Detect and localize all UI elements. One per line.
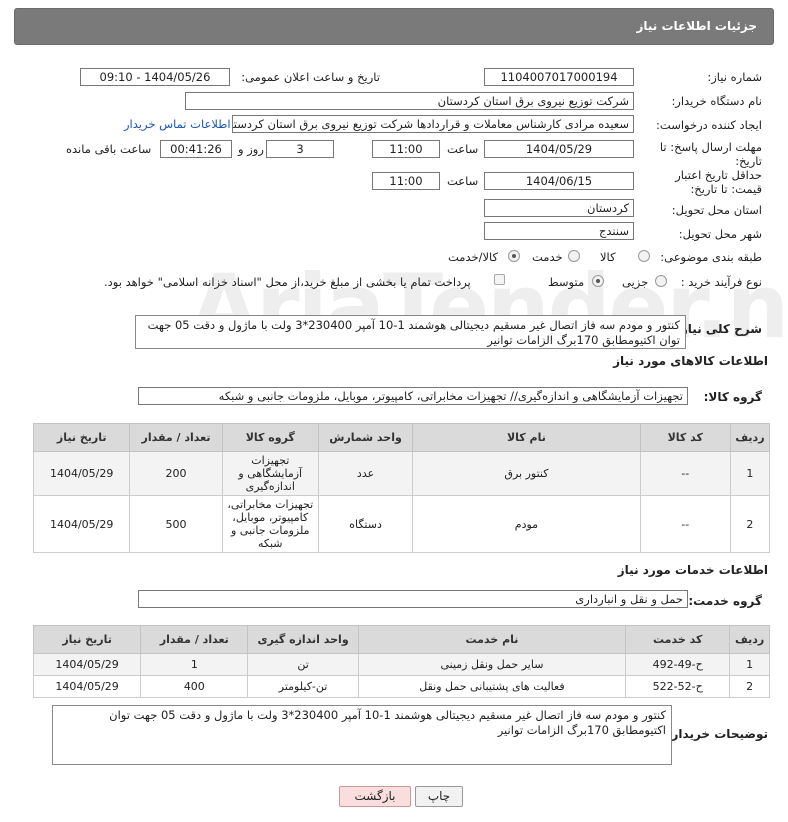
goods-col-qty: تعداد / مقدار bbox=[129, 423, 223, 452]
goods-cell: عدد bbox=[317, 451, 414, 496]
goods-cell: دستگاه bbox=[317, 495, 414, 553]
deadline-time-field: 11:00 bbox=[372, 140, 440, 158]
goods-section-title: اطلاعات کالاهای مورد نیاز bbox=[613, 354, 768, 368]
services-col-unit: واحد اندازه گیری bbox=[247, 625, 359, 654]
services-cell: فعالیت های پشتیبانی حمل ونقل bbox=[357, 675, 627, 698]
category-label: طبقه بندی موضوعی: bbox=[660, 250, 762, 264]
goods-cell: 500 bbox=[129, 495, 223, 553]
back-button[interactable]: بازگشت bbox=[339, 786, 411, 807]
goods-group-label: گروه کالا: bbox=[703, 390, 762, 404]
services-cell: تن bbox=[247, 653, 359, 676]
services-group-field: حمل و نقل و انبارداری bbox=[138, 590, 688, 608]
payment-note: پرداخت تمام یا بخشی از مبلغ خرید،از محل … bbox=[104, 275, 471, 289]
days-field: 3 bbox=[266, 140, 334, 158]
services-col-qty: تعداد / مقدار bbox=[140, 625, 249, 654]
services-col-code: کد خدمت bbox=[625, 625, 731, 654]
page-title: جزئیات اطلاعات نیاز bbox=[636, 19, 757, 33]
category-service-text: خدمت bbox=[532, 250, 563, 264]
services-cell: تن-کیلومتر bbox=[247, 675, 359, 698]
category-radio-goods[interactable] bbox=[638, 250, 650, 262]
validity-time-field: 11:00 bbox=[372, 172, 440, 190]
table-row: 1 ح-49-492 سایر حمل ونقل زمینی تن 1 1404… bbox=[32, 653, 770, 676]
goods-cell: -- bbox=[639, 451, 731, 496]
goods-col-row: ردیف bbox=[729, 423, 771, 452]
services-cell: ح-52-522 bbox=[625, 675, 731, 698]
process-label: نوع فرآیند خرید : bbox=[680, 275, 762, 289]
goods-cell: 1 bbox=[729, 451, 771, 496]
services-col-name: نام خدمت bbox=[357, 625, 627, 654]
services-cell: 400 bbox=[140, 675, 249, 698]
services-section-title: اطلاعات خدمات مورد نیاز bbox=[617, 563, 768, 577]
services-cell: 1404/05/29 bbox=[32, 675, 142, 698]
category-radio-service[interactable] bbox=[568, 250, 580, 262]
goods-cell: کنتور برق bbox=[412, 451, 641, 496]
process-radio-medium[interactable] bbox=[592, 275, 604, 287]
requester-field: سعیده مرادی کارشناس معاملات و قراردادها … bbox=[232, 115, 634, 133]
deadline-date-field: 1404/05/29 bbox=[484, 140, 634, 158]
goods-table: ردیف کد کالا نام کالا واحد شمارش گروه کا… bbox=[32, 423, 771, 553]
services-cell: ح-49-492 bbox=[625, 653, 731, 676]
announce-field: 1404/05/26 - 09:10 bbox=[80, 68, 230, 86]
print-button[interactable]: چاپ bbox=[415, 786, 463, 807]
remaining-label: ساعت باقی مانده bbox=[66, 142, 152, 156]
table-row: 2 ح-52-522 فعالیت های پشتیبانی حمل ونقل … bbox=[32, 675, 770, 698]
city-label: شهر محل تحویل: bbox=[678, 227, 762, 241]
goods-cell: -- bbox=[639, 495, 731, 553]
category-goods-service-text: کالا/خدمت bbox=[448, 250, 499, 264]
validity-date-field: 1404/06/15 bbox=[484, 172, 634, 190]
process-minor-text: جزیی bbox=[622, 275, 649, 289]
buyer-org-field: شرکت توزیع نیروی برق استان کردستان bbox=[185, 92, 634, 110]
goods-col-date: تاریخ نیاز bbox=[32, 423, 131, 452]
summary-textarea: کنتور و مودم سه فاز اتصال غیر مسقیم دیجی… bbox=[135, 315, 686, 349]
need-number-field: 1104007017000194 bbox=[484, 68, 634, 86]
goods-cell: 1404/05/29 bbox=[32, 451, 131, 496]
days-label: روز و bbox=[238, 142, 264, 156]
goods-col-unit: واحد شمارش bbox=[317, 423, 414, 452]
services-table: ردیف کد خدمت نام خدمت واحد اندازه گیری ت… bbox=[32, 625, 770, 698]
treasury-checkbox[interactable] bbox=[494, 274, 505, 285]
goods-cell: مودم bbox=[412, 495, 641, 553]
goods-cell: 200 bbox=[129, 451, 223, 496]
process-medium-text: متوسط bbox=[548, 275, 585, 289]
services-col-date: تاریخ نیاز bbox=[32, 625, 142, 654]
goods-col-group: گروه کالا bbox=[221, 423, 319, 452]
goods-cell: تجهیزات مخابراتی، کامپیوتر، موبایل، ملزو… bbox=[221, 495, 319, 553]
buyer-notes-textarea: کنتور و مودم سه فاز اتصال غیر مسقیم دیجی… bbox=[52, 705, 672, 765]
deadline-time-label: ساعت bbox=[447, 142, 479, 156]
services-col-row: ردیف bbox=[729, 625, 770, 654]
announce-label: تاریخ و ساعت اعلان عمومی: bbox=[241, 70, 380, 84]
goods-col-name: نام کالا bbox=[412, 423, 641, 452]
goods-group-field: تجهیزات آزمایشگاهی و اندازه‌گیری// تجهیز… bbox=[138, 387, 688, 405]
buyer-org-label: نام دستگاه خریدار: bbox=[671, 94, 762, 108]
services-cell: 1 bbox=[729, 653, 770, 676]
services-group-label: گروه خدمت: bbox=[688, 594, 762, 608]
summary-label: شرح کلی نیاز: bbox=[676, 322, 762, 336]
category-radio-goods-service[interactable] bbox=[508, 250, 520, 262]
validity-label: حداقل تاریخ اعتبار قیمت: تا تاریخ: bbox=[675, 168, 762, 196]
province-label: استان محل تحویل: bbox=[671, 203, 762, 217]
city-field: سنندج bbox=[484, 222, 634, 240]
table-row: 2 -- مودم دستگاه تجهیزات مخابراتی، کامپی… bbox=[32, 495, 771, 553]
services-cell: سایر حمل ونقل زمینی bbox=[357, 653, 627, 676]
goods-col-code: کد کالا bbox=[639, 423, 731, 452]
requester-label: ایجاد کننده درخواست: bbox=[656, 118, 762, 132]
process-radio-minor[interactable] bbox=[655, 275, 667, 287]
services-cell: 2 bbox=[729, 675, 770, 698]
remaining-time-field: 00:41:26 bbox=[160, 140, 232, 158]
goods-cell: 2 bbox=[729, 495, 771, 553]
buyer-notes-label: توضیحات خریدار: bbox=[666, 727, 768, 741]
page-header: جزئیات اطلاعات نیاز bbox=[14, 8, 774, 45]
services-cell: 1 bbox=[140, 653, 249, 676]
buyer-contact-link[interactable]: اطلاعات تماس خریدار bbox=[124, 117, 231, 131]
need-number-label: شماره نیاز: bbox=[707, 70, 762, 84]
goods-cell: 1404/05/29 bbox=[32, 495, 131, 553]
deadline-label: مهلت ارسال پاسخ: تا تاریخ: bbox=[659, 140, 762, 168]
province-field: کردستان bbox=[484, 199, 634, 217]
category-goods-text: کالا bbox=[600, 250, 616, 264]
validity-time-label: ساعت bbox=[447, 174, 479, 188]
services-cell: 1404/05/29 bbox=[32, 653, 142, 676]
table-row: 1 -- کنتور برق عدد تجهیزات آزمایشگاهی و … bbox=[32, 451, 771, 496]
goods-cell: تجهیزات آزمایشگاهی و اندازه‌گیری bbox=[221, 451, 319, 496]
